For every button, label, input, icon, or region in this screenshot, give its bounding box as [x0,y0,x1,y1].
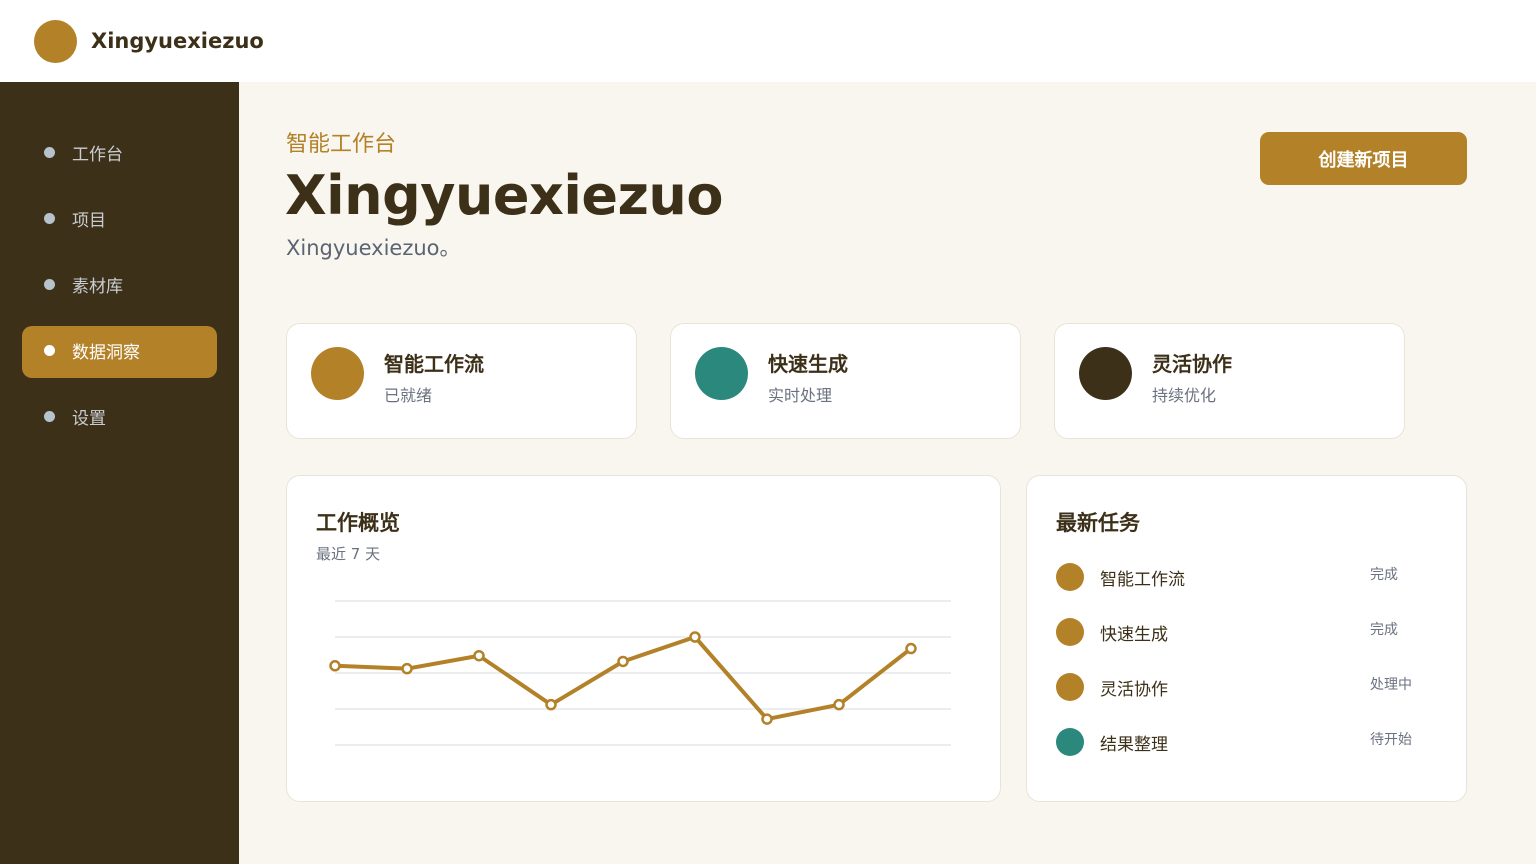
sidebar: 工作台 项目 素材库 数据洞察 设置 [0,82,239,864]
overview-panel: 工作概览 最近 7 天 [286,475,1001,802]
sidebar-item-settings[interactable]: 设置 [22,392,217,444]
sidebar-item-label: 设置 [72,408,106,429]
chart-point [689,631,701,643]
sidebar-item-label: 数据洞察 [72,342,140,363]
task-status: 完成 [1370,622,1398,638]
chart-point [761,713,773,725]
create-project-button[interactable]: 创建新项目 [1260,132,1467,185]
stat-card-subtitle: 持续优化 [1152,386,1217,405]
bullet-icon [44,344,55,356]
bullet-icon [44,410,55,422]
task-row[interactable]: 智能工作流 完成 [1056,562,1436,592]
page-subtitle: Xingyuexiezuo。 [286,236,461,260]
brand-name: Xingyuexiezuo [91,29,264,53]
sidebar-item-projects[interactable]: 项目 [22,194,217,246]
stat-card-generate[interactable]: 快速生成 实时处理 [670,323,1021,439]
collaborate-icon [1079,347,1132,400]
bullet-icon [44,146,55,158]
stat-card-collaborate[interactable]: 灵活协作 持续优化 [1054,323,1405,439]
page-title: Xingyuexiezuo [285,164,723,227]
task-row[interactable]: 灵活协作 处理中 [1056,672,1436,702]
chart-point [473,649,485,662]
sidebar-item-assets[interactable]: 素材库 [22,260,217,312]
task-status-dot-icon [1056,618,1084,646]
chart-point [905,642,917,655]
task-name: 智能工作流 [1100,570,1185,590]
chart-point [329,660,341,672]
top-bar: Xingyuexiezuo [0,0,1536,82]
stat-card-title: 智能工作流 [384,352,484,376]
chart-series-line [334,635,913,722]
chart-point [545,698,557,711]
bullet-icon [44,278,55,290]
tasks-title: 最新任务 [1056,511,1140,535]
stat-card-workflow[interactable]: 智能工作流 已就绪 [286,323,637,439]
task-row[interactable]: 结果整理 待开始 [1056,727,1436,757]
overview-line-chart [329,600,951,746]
task-status-dot-icon [1056,673,1084,701]
main-content: 智能工作台 Xingyuexiezuo Xingyuexiezuo。 创建新项目… [239,82,1536,864]
task-name: 快速生成 [1100,625,1168,645]
chart-point [833,698,845,711]
sidebar-item-label: 工作台 [72,144,123,165]
stat-card-subtitle: 已就绪 [384,386,433,405]
task-status: 完成 [1370,567,1398,583]
task-name: 结果整理 [1100,735,1168,755]
task-status: 待开始 [1370,732,1412,748]
logo-icon [34,19,77,63]
task-status-dot-icon [1056,728,1084,756]
sidebar-item-label: 项目 [72,210,106,231]
task-name: 灵活协作 [1100,680,1168,700]
chart-point [617,655,629,668]
task-row[interactable]: 快速生成 完成 [1056,617,1436,647]
task-status-dot-icon [1056,563,1084,591]
task-status: 处理中 [1370,677,1412,693]
sidebar-item-label: 素材库 [72,276,123,297]
page-eyebrow: 智能工作台 [286,132,397,157]
sidebar-item-workbench[interactable]: 工作台 [22,128,217,180]
generate-icon [695,347,748,400]
stat-card-subtitle: 实时处理 [768,386,833,405]
workflow-icon [311,347,364,400]
stat-card-title: 灵活协作 [1152,352,1232,376]
tasks-panel: 最新任务 智能工作流 完成 快速生成 完成 灵活协作 处理中 结果整理 待开始 [1026,475,1467,802]
bullet-icon [44,212,55,224]
stat-card-title: 快速生成 [768,352,848,376]
chart-point [401,662,413,675]
sidebar-item-insights[interactable]: 数据洞察 [22,326,217,378]
